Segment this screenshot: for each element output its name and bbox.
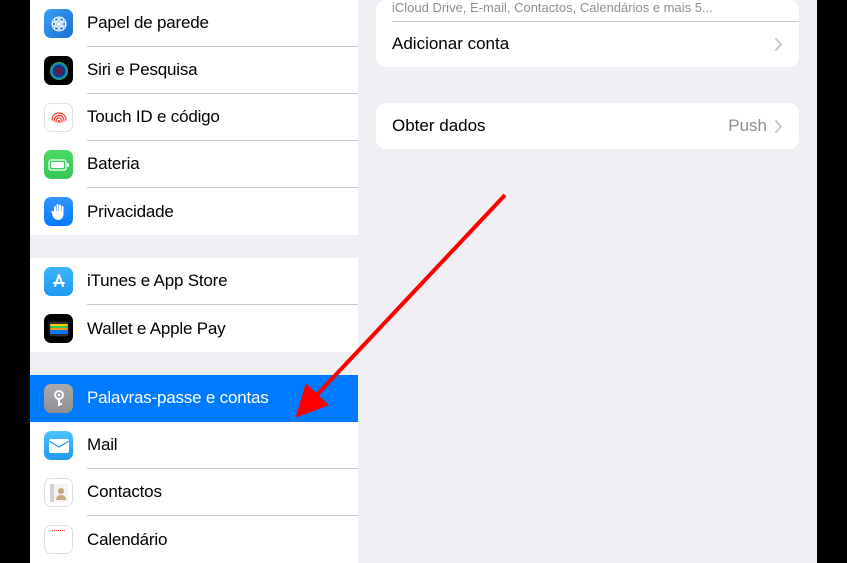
section-divider <box>30 235 358 258</box>
sidebar-item-privacy[interactable]: Privacidade <box>30 188 358 235</box>
sidebar-item-wallpaper[interactable]: Papel de parede <box>30 0 358 47</box>
sidebar-item-label: Siri e Pesquisa <box>87 60 197 80</box>
add-account-label: Adicionar conta <box>392 34 775 54</box>
sidebar-section-store: iTunes e App Store Wallet e Apple Pay <box>30 258 358 352</box>
wallpaper-icon <box>44 9 73 38</box>
sidebar-item-mail[interactable]: Mail <box>30 422 358 469</box>
hand-icon <box>44 197 73 226</box>
section-divider <box>30 352 358 375</box>
wallet-icon <box>44 314 73 343</box>
sidebar-item-wallet[interactable]: Wallet e Apple Pay <box>30 305 358 352</box>
sidebar-section-general: Papel de parede Siri e Pesquisa Touch ID… <box>30 0 358 235</box>
sidebar-item-contacts[interactable]: Contactos <box>30 469 358 516</box>
key-icon <box>44 384 73 413</box>
fetch-group: Obter dados Push <box>376 103 799 149</box>
sidebar-item-label: Calendário <box>87 530 167 550</box>
sidebar-item-label: Wallet e Apple Pay <box>87 319 225 339</box>
sidebar-item-label: Bateria <box>87 154 139 174</box>
get-data-label: Obter dados <box>392 116 728 136</box>
detail-pane: iCloud Drive, E-mail, Contactos, Calendá… <box>358 0 817 563</box>
chevron-right-icon <box>775 120 783 133</box>
sidebar-item-battery[interactable]: Bateria <box>30 141 358 188</box>
mail-icon <box>44 431 73 460</box>
sidebar-item-label: Contactos <box>87 482 162 502</box>
device-screen: Papel de parede Siri e Pesquisa Touch ID… <box>30 0 817 563</box>
get-data-row[interactable]: Obter dados Push <box>376 103 799 149</box>
sidebar-section-accounts: Palavras-passe e contas Mail Contactos <box>30 375 358 563</box>
sidebar-item-itunes[interactable]: iTunes e App Store <box>30 258 358 305</box>
sidebar-item-calendar[interactable]: Calendário <box>30 516 358 563</box>
accounts-group: iCloud Drive, E-mail, Contactos, Calendá… <box>376 0 799 67</box>
calendar-icon <box>44 525 73 554</box>
appstore-icon <box>44 267 73 296</box>
chevron-right-icon <box>775 38 783 51</box>
add-account-row[interactable]: Adicionar conta <box>376 21 799 67</box>
get-data-value: Push <box>728 116 767 136</box>
sidebar-item-label: Privacidade <box>87 202 174 222</box>
sidebar-item-label: iTunes e App Store <box>87 271 227 291</box>
battery-icon <box>44 150 73 179</box>
sidebar-item-siri[interactable]: Siri e Pesquisa <box>30 47 358 94</box>
sidebar-item-touchid[interactable]: Touch ID e código <box>30 94 358 141</box>
sidebar-item-label: Papel de parede <box>87 13 209 33</box>
sidebar-item-label: Palavras-passe e contas <box>87 388 269 408</box>
fingerprint-icon <box>44 103 73 132</box>
contacts-icon <box>44 478 73 507</box>
siri-icon <box>44 56 73 85</box>
settings-sidebar: Papel de parede Siri e Pesquisa Touch ID… <box>30 0 358 563</box>
account-services-label: iCloud Drive, E-mail, Contactos, Calendá… <box>392 0 713 15</box>
account-row-truncated[interactable]: iCloud Drive, E-mail, Contactos, Calendá… <box>376 0 799 21</box>
sidebar-item-label: Mail <box>87 435 117 455</box>
sidebar-item-passwords[interactable]: Palavras-passe e contas <box>30 375 358 422</box>
sidebar-item-label: Touch ID e código <box>87 107 220 127</box>
